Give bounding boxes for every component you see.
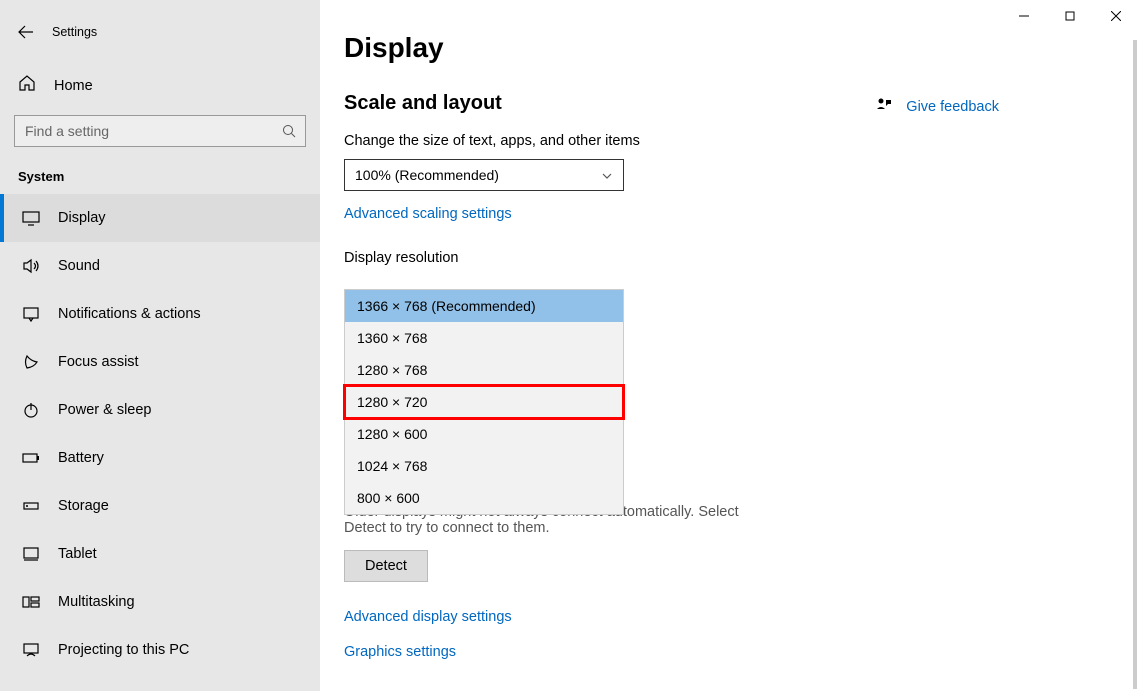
nav-item-notifications-actions[interactable]: Notifications & actions	[0, 290, 320, 338]
nav-item-tablet[interactable]: Tablet	[0, 530, 320, 578]
nav-item-focus-assist[interactable]: Focus assist	[0, 338, 320, 386]
display-icon	[22, 209, 40, 227]
scrollbar[interactable]	[1133, 40, 1137, 689]
feedback-label: Give feedback	[906, 99, 999, 115]
page-title: Display	[344, 32, 1139, 64]
resolution-option[interactable]: 1366 × 768 (Recommended)	[345, 290, 623, 322]
resolution-option[interactable]: 800 × 600	[345, 482, 623, 514]
nav-item-display[interactable]: Display	[0, 194, 320, 242]
nav-item-label: Focus assist	[58, 354, 139, 370]
category-heading: System	[0, 163, 320, 194]
nav-item-storage[interactable]: Storage	[0, 482, 320, 530]
nav-item-label: Sound	[58, 258, 100, 274]
section-scale-layout: Scale and layout	[344, 92, 1139, 115]
resolution-label: Display resolution	[344, 250, 1139, 266]
scale-dropdown[interactable]: 100% (Recommended)	[344, 159, 624, 191]
nav-home-label: Home	[54, 78, 93, 94]
detect-button[interactable]: Detect	[344, 550, 428, 582]
nav-item-projecting-to-this-pc[interactable]: Projecting to this PC	[0, 626, 320, 674]
maximize-button[interactable]	[1047, 0, 1093, 32]
projecting-to-this-pc-icon	[22, 641, 40, 659]
graphics-settings-link[interactable]: Graphics settings	[344, 644, 456, 660]
back-button[interactable]	[18, 24, 34, 40]
minimize-button[interactable]	[1001, 0, 1047, 32]
scale-label: Change the size of text, apps, and other…	[344, 133, 1139, 149]
close-button[interactable]	[1093, 0, 1139, 32]
search-input[interactable]	[14, 115, 306, 147]
nav-item-battery[interactable]: Battery	[0, 434, 320, 482]
resolution-option[interactable]: 1280 × 720	[345, 386, 623, 418]
nav-item-label: Multitasking	[58, 594, 135, 610]
resolution-option[interactable]: 1280 × 600	[345, 418, 623, 450]
nav-item-label: Notifications & actions	[58, 306, 201, 322]
storage-icon	[22, 497, 40, 515]
nav-item-label: Storage	[58, 498, 109, 514]
nav-item-sound[interactable]: Sound	[0, 242, 320, 290]
feedback-icon	[876, 96, 892, 117]
sound-icon	[22, 257, 40, 275]
tablet-icon	[22, 545, 40, 563]
battery-icon	[22, 449, 40, 467]
advanced-display-link[interactable]: Advanced display settings	[344, 609, 512, 625]
home-icon	[18, 74, 36, 97]
resolution-option[interactable]: 1360 × 768	[345, 322, 623, 354]
multitasking-icon	[22, 593, 40, 611]
nav-home[interactable]: Home	[14, 66, 306, 107]
chevron-down-icon	[601, 169, 613, 181]
app-title: Settings	[52, 25, 97, 39]
scale-value: 100% (Recommended)	[355, 167, 499, 183]
focus-assist-icon	[22, 353, 40, 371]
nav-item-power-sleep[interactable]: Power & sleep	[0, 386, 320, 434]
nav-item-label: Projecting to this PC	[58, 642, 189, 658]
resolution-option[interactable]: 1280 × 768	[345, 354, 623, 386]
nav-item-multitasking[interactable]: Multitasking	[0, 578, 320, 626]
give-feedback-link[interactable]: Give feedback	[876, 96, 999, 117]
nav-item-label: Tablet	[58, 546, 97, 562]
resolution-option[interactable]: 1024 × 768	[345, 450, 623, 482]
notifications-actions-icon	[22, 305, 40, 323]
advanced-scaling-link[interactable]: Advanced scaling settings	[344, 206, 512, 222]
nav-item-label: Display	[58, 210, 106, 226]
nav-item-label: Battery	[58, 450, 104, 466]
resolution-dropdown-list[interactable]: 1366 × 768 (Recommended)1360 × 7681280 ×…	[344, 289, 624, 515]
power-sleep-icon	[22, 401, 40, 419]
nav-item-label: Power & sleep	[58, 402, 152, 418]
